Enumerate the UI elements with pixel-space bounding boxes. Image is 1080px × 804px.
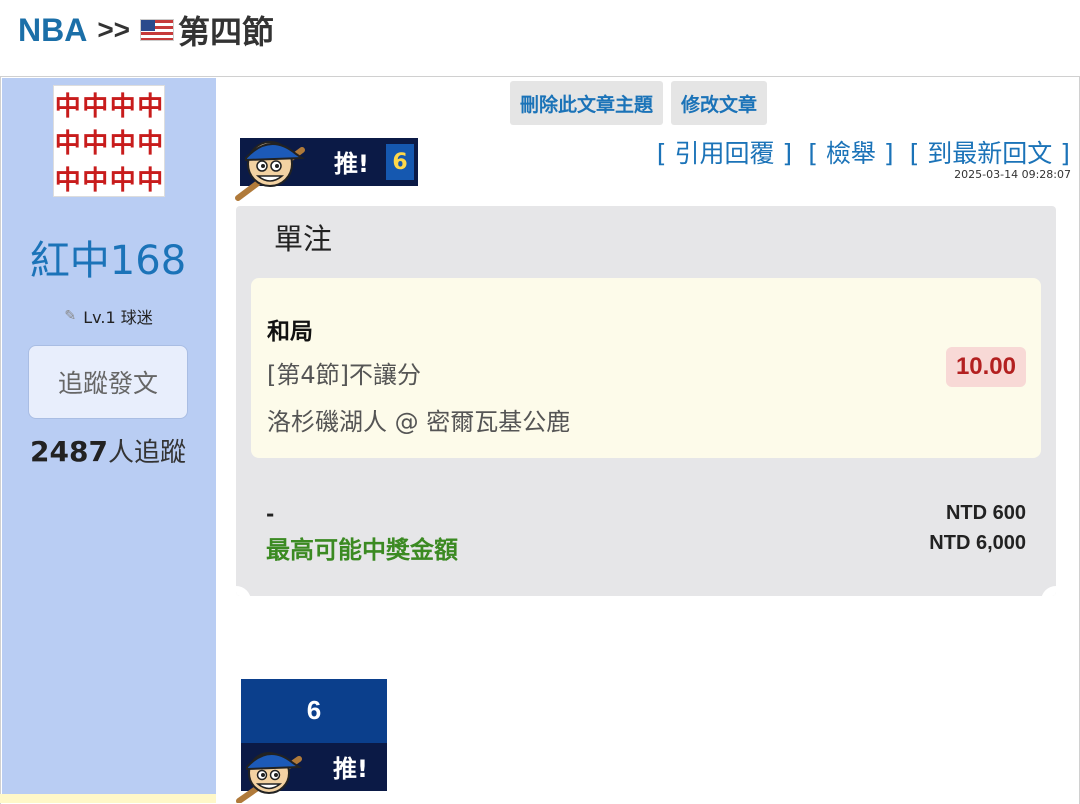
avatar-tile: 中	[54, 129, 81, 159]
push-badge[interactable]: 推! 6	[235, 138, 418, 201]
avatar-tile: 中	[137, 92, 164, 122]
user-level: ✎ Lv.1 球迷	[0, 304, 216, 328]
avatar[interactable]: 中 中 中 中 中 中 中 中 中 中 中 中	[54, 86, 164, 196]
push-button[interactable]: 6 推!	[236, 679, 387, 803]
avatar-tile: 中	[54, 166, 81, 196]
bet-outcome: 和局	[267, 319, 313, 345]
breadcrumb-section-link[interactable]: NBA	[18, 12, 87, 49]
page-title: 第四節	[140, 7, 274, 53]
bet-type: 單注	[274, 222, 333, 256]
avatar-tile: 中	[82, 166, 109, 196]
latest-reply-link[interactable]: [ 到最新回文 ]	[910, 134, 1070, 170]
bet-selection-card: 和局 [第4節]不讓分 洛杉磯湖人 @ 密爾瓦基公鹿 10.00	[251, 278, 1041, 458]
next-post-strip	[0, 794, 216, 803]
avatar-tile: 中	[82, 92, 109, 122]
user-level-text: Lv.1 球迷	[83, 308, 153, 327]
follower-count: 2487人追蹤	[0, 432, 216, 469]
avatar-tile: 中	[109, 92, 136, 122]
ticket-notch-right	[1041, 586, 1056, 596]
delete-topic-button[interactable]: 刪除此文章主題	[510, 81, 664, 125]
avatar-tile: 中	[137, 129, 164, 159]
max-payout-amount: NTD 6,000	[929, 532, 1026, 554]
avatar-tile: 中	[54, 92, 81, 122]
bet-summary-dash: -	[266, 502, 275, 526]
baseball-mascot-icon	[235, 141, 306, 201]
breadcrumb-separator: >>	[97, 14, 131, 45]
push-badge-count: 6	[386, 144, 414, 180]
bet-match: 洛杉磯湖人 @ 密爾瓦基公鹿	[267, 408, 571, 436]
avatar-tile: 中	[109, 129, 136, 159]
bet-slip: 單注 和局 [第4節]不讓分 洛杉磯湖人 @ 密爾瓦基公鹿 10.00 - 最高…	[236, 206, 1056, 596]
baseball-mascot-icon	[236, 752, 303, 803]
push-button-count: 6	[306, 695, 322, 725]
follower-count-suffix: 人追蹤	[107, 438, 186, 468]
post-actions: [ 引用回覆 ] [ 檢舉 ] [ 到最新回文 ]	[657, 134, 1070, 170]
admin-toolbar: 刪除此文章主題 修改文章	[510, 81, 768, 125]
breadcrumb: NBA >> 第四節	[18, 8, 274, 52]
us-flag-icon	[140, 19, 175, 41]
bet-odds-badge: 10.00	[945, 347, 1026, 387]
follow-button[interactable]: 追蹤發文	[28, 345, 188, 419]
quote-reply-link[interactable]: [ 引用回覆 ]	[657, 134, 792, 170]
bet-market: [第4節]不讓分	[267, 361, 421, 389]
avatar-tile: 中	[109, 166, 136, 196]
ticket-notch-left	[236, 586, 251, 596]
edit-post-button[interactable]: 修改文章	[671, 81, 768, 125]
page-title-text: 第四節	[178, 14, 275, 50]
avatar-tile: 中	[82, 129, 109, 159]
stake-amount: NTD 600	[945, 502, 1026, 524]
pencil-icon: ✎	[64, 308, 77, 324]
username[interactable]: 紅中168	[0, 228, 216, 286]
max-payout-label: 最高可能中獎金額	[266, 536, 458, 564]
follower-count-number: 2487	[30, 435, 108, 468]
avatar-tile: 中	[137, 166, 164, 196]
report-link[interactable]: [ 檢舉 ]	[808, 134, 893, 170]
push-button-label: 推!	[333, 755, 368, 783]
post-timestamp: 2025-03-14 09:28:07	[954, 168, 1071, 181]
push-badge-label: 推!	[334, 150, 369, 178]
